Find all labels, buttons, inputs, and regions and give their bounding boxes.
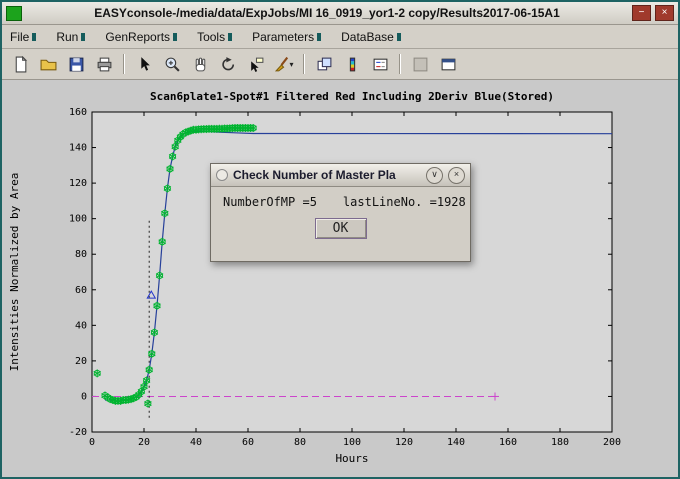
edit-plot-button[interactable]: [131, 51, 157, 77]
ok-button[interactable]: OK: [315, 218, 367, 239]
close-button[interactable]: ×: [655, 5, 674, 21]
x-tick-label: 80: [294, 437, 306, 448]
menu-database-label: DataBase: [341, 30, 394, 44]
data-cursor-icon: [248, 56, 265, 73]
menu-flag-icon: [397, 33, 401, 41]
dialog-message-lastlineno: lastLineNo. =1928: [343, 195, 466, 209]
y-axis-label: Intensities Normalized by Area: [8, 173, 21, 372]
menu-flag-icon: [173, 33, 177, 41]
open-folder-icon: [40, 56, 57, 73]
new-figure-icon: [12, 56, 29, 73]
new-figure-button[interactable]: [7, 51, 33, 77]
toolbar-separator: [399, 54, 401, 74]
toolbar-separator: [123, 54, 125, 74]
menu-tools[interactable]: Tools: [197, 30, 232, 44]
dialog-body: NumberOfMP =5 lastLineNo. =1928 OK: [211, 187, 470, 239]
legend-icon: [372, 56, 389, 73]
dialog-message-numberofmp: NumberOfMP =5: [223, 195, 317, 209]
arrow-cursor-icon: [136, 56, 153, 73]
menu-flag-icon: [228, 33, 232, 41]
x-tick-label: 100: [343, 437, 361, 448]
y-tick-label: 120: [69, 178, 87, 189]
blank-square-icon: [412, 56, 429, 73]
menu-file[interactable]: File: [10, 30, 36, 44]
dialog-close-button[interactable]: ×: [448, 167, 465, 184]
x-tick-label: 20: [138, 437, 150, 448]
x-tick-label: 120: [395, 437, 413, 448]
menu-genreports[interactable]: GenReports: [105, 30, 177, 44]
x-tick-label: 140: [447, 437, 465, 448]
check-master-plate-dialog: Check Number of Master Pla ∨ × NumberOfM…: [210, 163, 471, 262]
brush-button[interactable]: ▾: [271, 51, 297, 77]
dialog-app-icon: [216, 169, 228, 181]
x-tick-label: 60: [242, 437, 254, 448]
menu-bar: File Run GenReports Tools Parameters Dat…: [2, 25, 678, 49]
menu-parameters[interactable]: Parameters: [252, 30, 321, 44]
brush-dropdown-icon[interactable]: ▾: [289, 60, 293, 69]
dialog-title: Check Number of Master Pla: [233, 168, 421, 182]
open-file-button[interactable]: [35, 51, 61, 77]
x-axis-label: Hours: [335, 452, 368, 465]
link-plot-button[interactable]: [311, 51, 337, 77]
y-tick-label: 40: [75, 320, 87, 331]
x-tick-label: 180: [551, 437, 569, 448]
dialog-message: NumberOfMP =5 lastLineNo. =1928: [223, 195, 458, 209]
menu-file-label: File: [10, 30, 29, 44]
menu-database[interactable]: DataBase: [341, 30, 401, 44]
axes-box: [92, 112, 612, 432]
menu-run[interactable]: Run: [56, 30, 85, 44]
zoom-in-icon: [164, 56, 181, 73]
window-titlebar: EASYconsole-/media/data/ExpJobs/MI 16_09…: [2, 2, 678, 25]
menu-tools-label: Tools: [197, 30, 225, 44]
y-tick-label: 160: [69, 107, 87, 118]
dock-window-icon: [440, 56, 457, 73]
figure-toolbar: ▾: [2, 49, 678, 80]
y-tick-label: 0: [81, 391, 87, 402]
dialog-titlebar[interactable]: Check Number of Master Pla ∨ ×: [211, 164, 470, 187]
floppy-disk-icon: [68, 56, 85, 73]
menu-flag-icon: [317, 33, 321, 41]
x-tick-label: 0: [89, 437, 95, 448]
dock-figure-button[interactable]: [435, 51, 461, 77]
hand-icon: [192, 56, 209, 73]
window-title: EASYconsole-/media/data/ExpJobs/MI 16_09…: [26, 6, 628, 20]
y-tick-label: 20: [75, 356, 87, 367]
y-tick-label: 80: [75, 249, 87, 260]
app-window: EASYconsole-/media/data/ExpJobs/MI 16_09…: [0, 0, 680, 479]
x-tick-label: 200: [603, 437, 621, 448]
data-cursor-button[interactable]: [243, 51, 269, 77]
save-figure-button[interactable]: [63, 51, 89, 77]
link-plot-icon: [316, 56, 333, 73]
dialog-collapse-button[interactable]: ∨: [426, 167, 443, 184]
chart-title: Scan6plate1-Spot#1 Filtered Red Includin…: [150, 90, 554, 103]
blank-toolbar-button[interactable]: [407, 51, 433, 77]
insert-legend-button[interactable]: [367, 51, 393, 77]
plot-canvas[interactable]: 020406080100120140160180200-200204060801…: [2, 80, 678, 479]
rotate-3d-button[interactable]: [215, 51, 241, 77]
x-tick-label: 160: [499, 437, 517, 448]
y-tick-label: 140: [69, 143, 87, 154]
window-menu-icon[interactable]: [6, 6, 22, 21]
minimize-button[interactable]: −: [632, 5, 651, 21]
print-figure-button[interactable]: [91, 51, 117, 77]
pan-button[interactable]: [187, 51, 213, 77]
colorbar-icon: [344, 56, 361, 73]
y-tick-label: -20: [69, 427, 87, 438]
menu-run-label: Run: [56, 30, 78, 44]
printer-icon: [96, 56, 113, 73]
toolbar-separator: [303, 54, 305, 74]
menu-flag-icon: [81, 33, 85, 41]
menu-genreports-label: GenReports: [105, 30, 170, 44]
x-tick-label: 40: [190, 437, 202, 448]
menu-flag-icon: [32, 33, 36, 41]
rotate-icon: [220, 56, 237, 73]
y-tick-label: 60: [75, 285, 87, 296]
menu-parameters-label: Parameters: [252, 30, 314, 44]
figure-area: 020406080100120140160180200-200204060801…: [2, 80, 678, 479]
y-tick-label: 100: [69, 214, 87, 225]
insert-colorbar-button[interactable]: [339, 51, 365, 77]
zoom-in-button[interactable]: [159, 51, 185, 77]
